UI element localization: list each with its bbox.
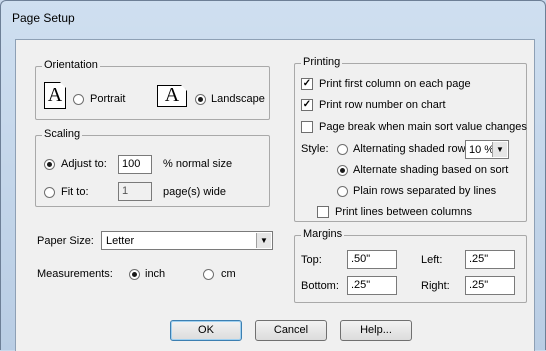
right-margin-label: Right: — [421, 280, 450, 292]
left-margin-label: Left: — [421, 254, 443, 266]
bottom-margin-label: Bottom: — [301, 280, 339, 292]
orientation-legend: Orientation — [42, 59, 100, 71]
plain-rows-radio[interactable] — [337, 186, 348, 197]
first-column-checkbox[interactable]: ✓ — [301, 78, 313, 90]
lines-between-label[interactable]: Print lines between columns — [335, 206, 472, 218]
cm-label[interactable]: cm — [221, 268, 236, 280]
portrait-label[interactable]: Portrait — [90, 93, 125, 105]
orientation-group: Orientation A Portrait A Landscape — [35, 59, 270, 120]
cancel-button[interactable]: Cancel — [255, 320, 327, 341]
adjust-to-label[interactable]: Adjust to: — [61, 158, 107, 170]
margins-legend: Margins — [301, 228, 345, 240]
top-margin-label: Top: — [301, 254, 322, 266]
paper-size-value: Letter — [106, 235, 135, 247]
alternating-rows-label[interactable]: Alternating shaded rows — [353, 143, 471, 155]
scaling-legend: Scaling — [42, 128, 83, 140]
printing-group: Printing ✓ Print first column on each pa… — [294, 56, 527, 222]
landscape-page-icon: A — [157, 85, 187, 107]
fit-pages-input[interactable]: 1 — [118, 182, 152, 201]
dialog-body: Orientation A Portrait A Landscape Scali… — [15, 39, 535, 351]
lines-between-checkbox[interactable] — [317, 206, 329, 218]
printing-legend: Printing — [301, 56, 343, 68]
landscape-label[interactable]: Landscape — [211, 93, 265, 105]
shading-percent-select[interactable]: 10 % ▼ — [465, 140, 509, 159]
adjust-percent-input[interactable]: 100 — [118, 155, 152, 174]
bottom-margin-input[interactable]: .25" — [347, 276, 397, 295]
top-margin-input[interactable]: .50" — [347, 250, 397, 269]
page-break-label[interactable]: Page break when main sort value changes — [319, 121, 527, 133]
left-margin-input[interactable]: .25" — [465, 250, 515, 269]
dialog-window: Page Setup Orientation A Portrait A Land… — [0, 0, 546, 351]
shading-percent-value: 10 % — [469, 144, 495, 156]
portrait-page-icon: A — [44, 82, 66, 109]
chevron-down-icon[interactable]: ▼ — [492, 142, 507, 157]
portrait-radio[interactable] — [73, 94, 84, 105]
paper-size-label: Paper Size: — [37, 235, 94, 247]
alternate-sort-label[interactable]: Alternate shading based on sort — [353, 164, 508, 176]
margins-group: Margins Top: .50" Left: .25" Bottom: .25… — [294, 228, 527, 303]
adjust-suffix-label: % normal size — [163, 158, 233, 170]
inch-radio[interactable] — [129, 269, 140, 280]
paper-size-select[interactable]: Letter ▼ — [101, 231, 273, 250]
plain-rows-label[interactable]: Plain rows separated by lines — [353, 185, 496, 197]
alternate-sort-radio[interactable] — [337, 165, 348, 176]
landscape-radio[interactable] — [195, 94, 206, 105]
first-column-label[interactable]: Print first column on each page — [319, 78, 471, 90]
measurements-label: Measurements: — [37, 268, 113, 280]
help-button[interactable]: Help... — [340, 320, 412, 341]
adjust-to-radio[interactable] — [44, 159, 55, 170]
scaling-group: Scaling Adjust to: 100 % normal size Fit… — [35, 128, 270, 207]
alternating-rows-radio[interactable] — [337, 144, 348, 155]
fit-to-label[interactable]: Fit to: — [61, 186, 89, 198]
fit-suffix-label: page(s) wide — [163, 186, 226, 198]
row-number-checkbox[interactable]: ✓ — [301, 99, 313, 111]
ok-button[interactable]: OK — [170, 320, 242, 341]
inch-label[interactable]: inch — [145, 268, 165, 280]
style-label: Style: — [301, 143, 329, 155]
page-break-checkbox[interactable] — [301, 121, 313, 133]
row-number-label[interactable]: Print row number on chart — [319, 99, 446, 111]
right-margin-input[interactable]: .25" — [465, 276, 515, 295]
window-title: Page Setup — [12, 11, 75, 25]
fit-to-radio[interactable] — [44, 187, 55, 198]
chevron-down-icon[interactable]: ▼ — [256, 233, 271, 248]
cm-radio[interactable] — [203, 269, 214, 280]
